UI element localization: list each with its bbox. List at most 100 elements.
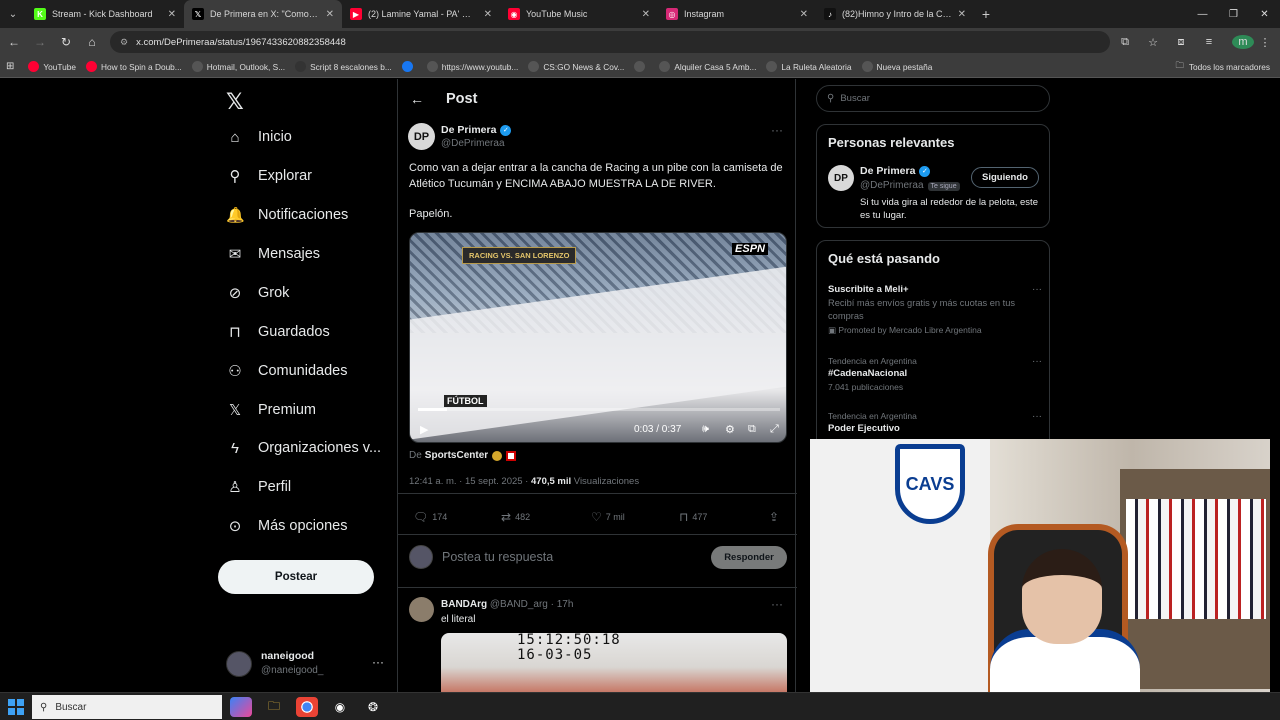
x-logo-icon[interactable]: 𝕏 <box>226 89 244 115</box>
nav-item-notificaciones[interactable]: 🔔 Notificaciones <box>226 196 348 234</box>
nav-item-mensajes[interactable]: ✉ Mensajes <box>226 235 320 273</box>
relevant-avatar[interactable]: DP <box>828 165 854 191</box>
pip-icon[interactable]: ⧉ <box>748 423 756 436</box>
comment-media[interactable]: 15:12:50:18 16-03-05 <box>441 633 787 695</box>
trend-item[interactable]: Tendencia en Argentina #CadenaNacional 7… <box>828 356 1042 392</box>
post-button[interactable]: Postear <box>218 560 374 594</box>
copilot-icon[interactable] <box>230 697 252 717</box>
nav-item-organizaciones[interactable]: ϟ Organizaciones v... <box>226 429 381 467</box>
back-button[interactable]: ← <box>2 30 26 54</box>
maximize-button[interactable]: ❐ <box>1218 0 1249 28</box>
relevant-name[interactable]: De Primera ✓ <box>860 165 931 177</box>
browser-tab[interactable]: ◉ YouTube Music ✕ <box>500 0 658 28</box>
obs-icon[interactable]: ◉ <box>329 697 351 717</box>
start-button[interactable] <box>8 699 24 715</box>
comment-avatar[interactable] <box>409 597 434 622</box>
extensions-icon[interactable]: ⧈ <box>1170 36 1192 49</box>
nav-item-más[interactable]: ⊙ Más opciones <box>226 507 348 545</box>
relevant-name-text: De Primera <box>860 165 916 177</box>
nav-item-comunidades[interactable]: ⚇ Comunidades <box>226 352 347 390</box>
address-bar[interactable]: ⚙ x.com/DePrimeraa/status/19674336208823… <box>110 31 1110 53</box>
bookmark-item[interactable]: Nueva pestaña <box>861 61 932 72</box>
browser-tab[interactable]: K Stream - Kick Dashboard ✕ <box>26 0 184 28</box>
tab-close-icon[interactable]: ✕ <box>642 9 650 20</box>
fullscreen-icon[interactable]: ⤢ <box>770 423 779 436</box>
bookmark-item[interactable] <box>401 61 417 72</box>
search-field[interactable]: ⚲ Buscar <box>816 85 1050 112</box>
bookmark-item[interactable]: https://www.youtub... <box>426 61 518 72</box>
reply-button[interactable]: 🗨 174 <box>413 510 447 524</box>
nav-item-inicio[interactable]: ⌂ Inicio <box>226 118 291 156</box>
bookmark-item[interactable]: CS:GO News & Cov... <box>528 61 624 72</box>
reload-button[interactable]: ↻ <box>54 30 78 54</box>
browser-tab[interactable]: ▶ (2) Lamine Yamal - PA' QUE LO ✕ <box>342 0 500 28</box>
trend-more-icon[interactable]: ··· <box>1032 411 1042 422</box>
comment-more-icon[interactable]: ··· <box>771 597 783 611</box>
bookmark-item[interactable]: La Ruleta Aleatoria <box>766 61 852 72</box>
share-button[interactable]: ⇪ <box>769 510 783 524</box>
browser-menu-icon[interactable]: ⋮ <box>1254 36 1276 49</box>
tab-close-icon[interactable]: ✕ <box>958 9 966 20</box>
browser-tab[interactable]: 𝕏 De Primera en X: "Como va ✕ <box>184 0 342 28</box>
repost-button[interactable]: ⇄ 482 <box>501 510 530 524</box>
comment-author-name[interactable]: BANDArg <box>441 599 487 610</box>
post-more-icon[interactable]: ··· <box>771 123 783 137</box>
bookmark-item[interactable]: Alquiler Casa 5 Amb... <box>659 61 756 72</box>
nav-item-grok[interactable]: ⊘ Grok <box>226 274 290 312</box>
nav-item-premium[interactable]: 𝕏 Premium <box>226 391 316 429</box>
trend-more-icon[interactable]: ··· <box>1032 284 1042 295</box>
source-account[interactable]: SportsCenter <box>425 450 488 461</box>
forward-button[interactable]: → <box>28 30 52 54</box>
like-button[interactable]: ♡ 7 mil <box>591 510 625 524</box>
all-bookmarks[interactable]: 🗀 Todos los marcadores <box>1176 56 1270 78</box>
video-player[interactable]: RACING VS. SAN LORENZO ESPN FÚTBOL ▶ 0:0… <box>409 232 787 443</box>
tab-close-icon[interactable]: ✕ <box>168 9 176 20</box>
author-avatar[interactable]: DP <box>408 123 435 150</box>
trend-more-icon[interactable]: ··· <box>1032 356 1042 367</box>
bookmark-item[interactable]: Script 8 escalones b... <box>295 61 392 72</box>
trend-item[interactable]: Tendencia en Argentina Poder Ejecutivo ·… <box>828 411 1042 434</box>
settings-icon[interactable]: ⚙ <box>725 423 735 436</box>
apps-icon[interactable]: ⊞ <box>6 61 14 72</box>
file-explorer-icon[interactable]: 🗀 <box>263 697 285 717</box>
taskbar-search[interactable]: ⚲ Buscar <box>32 695 222 719</box>
tab-search-button[interactable]: ⌄ <box>0 0 26 28</box>
video-progress-bar[interactable] <box>418 408 780 411</box>
reply-submit-button[interactable]: Responder <box>711 546 787 569</box>
new-tab-button[interactable]: + <box>974 6 998 22</box>
following-button[interactable]: Siguiendo <box>971 167 1039 188</box>
close-window-button[interactable]: ✕ <box>1249 0 1280 28</box>
media-control-icon[interactable]: ≡ <box>1198 36 1220 48</box>
minimize-button[interactable]: — <box>1187 0 1218 28</box>
bookmark-item[interactable] <box>634 61 649 72</box>
bookmark-item[interactable]: How to Spin a Doub... <box>86 61 182 72</box>
browser-tab[interactable]: ♪ (82)Himno y Intro de la Copa Li ✕ <box>816 0 974 28</box>
back-arrow-icon[interactable]: ← <box>410 91 434 107</box>
tab-close-icon[interactable]: ✕ <box>800 9 808 20</box>
bookmark-button[interactable]: ⊓ 477 <box>679 510 707 524</box>
author-handle[interactable]: @DePrimeraa <box>441 138 505 149</box>
nav-item-guardados[interactable]: ⊓ Guardados <box>226 313 330 351</box>
profile-avatar[interactable]: m <box>1226 35 1254 49</box>
nav-item-explorar[interactable]: ⚲ Explorar <box>226 157 313 195</box>
account-switcher[interactable]: naneigood @naneigood_ ··· <box>226 649 394 683</box>
chrome-icon[interactable] <box>296 697 318 717</box>
tab-close-icon[interactable]: ✕ <box>484 9 492 20</box>
nav-item-perfil[interactable]: ♙ Perfil <box>226 468 291 506</box>
bookmark-item[interactable]: Hotmail, Outlook, S... <box>191 61 285 72</box>
post-timestamp[interactable]: 12:41 a. m. · 15 sept. 2025 · <box>409 476 528 487</box>
install-app-icon[interactable]: ⧉ <box>1114 36 1136 49</box>
browser-tab[interactable]: ◎ Instagram ✕ <box>658 0 816 28</box>
reply-input[interactable]: Postea tu respuesta <box>442 550 553 564</box>
bookmark-item[interactable]: YouTube <box>28 61 76 72</box>
volume-icon[interactable]: 🕪 <box>702 423 709 436</box>
home-button[interactable]: ⌂ <box>80 30 104 54</box>
site-info-icon[interactable]: ⚙ <box>120 37 128 48</box>
more-icon[interactable]: ··· <box>372 655 384 669</box>
tab-close-icon[interactable]: ✕ <box>326 9 334 20</box>
author-name[interactable]: De Primera ✓ <box>441 124 512 136</box>
play-icon[interactable]: ▶ <box>420 423 428 436</box>
app-icon[interactable]: ❂ <box>362 697 384 717</box>
star-icon[interactable]: ☆ <box>1142 36 1164 49</box>
trend-item[interactable]: Suscribite a Meli+ Recibí más envíos gra… <box>828 284 1042 336</box>
